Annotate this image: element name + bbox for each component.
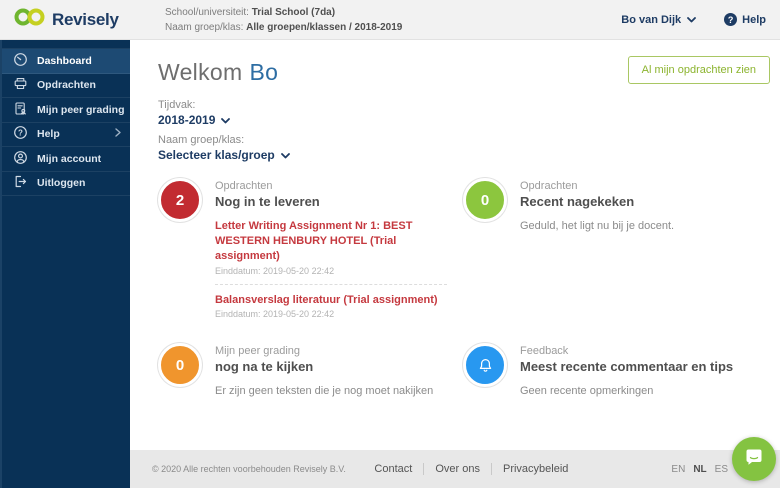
card-note: Er zijn geen teksten die je nog moet nak…: [215, 385, 433, 397]
main-content: Welkom Bo Al mijn opdrachten zien Tijdva…: [130, 40, 780, 450]
footer: © 2020 Alle rechten voorbehouden Revisel…: [130, 450, 780, 488]
card-label: Feedback: [520, 345, 733, 357]
revisely-dashboard: Revisely School/universiteit: Trial Scho…: [0, 0, 780, 488]
sidebar-menu: Dashboard Opdrachten: [2, 48, 130, 196]
top-header: Revisely School/universiteit: Trial Scho…: [0, 0, 780, 40]
card-label: Mijn peer grading: [215, 345, 433, 357]
card-recently-graded: 0 Opdrachten Recent nagekeken Geduld, he…: [463, 178, 770, 319]
chevron-down-icon: [221, 113, 230, 127]
sidebar-item-label: Mijn peer grading: [37, 104, 125, 116]
bell-icon: [463, 343, 507, 387]
sidebar-item-dashboard[interactable]: Dashboard: [2, 49, 130, 74]
footer-link-privacy[interactable]: Privacybeleid: [491, 463, 579, 475]
card-note: Geduld, het ligt nu bij je docent.: [520, 220, 674, 232]
lang-nl[interactable]: NL: [693, 464, 706, 475]
card-title: nog na te kijken: [215, 359, 433, 374]
lang-es[interactable]: ES: [715, 464, 728, 475]
card-note: Geen recente opmerkingen: [520, 385, 733, 397]
count-badge: 0: [463, 178, 507, 222]
account-icon: [13, 150, 28, 168]
assignment-link[interactable]: Balansverslag literatuur (Trial assignme…: [215, 293, 447, 308]
assignment-due-date: Einddatum: 2019-05-20 22:42: [215, 266, 447, 276]
filters: Tijdvak: 2018-2019 Naam groep/klas: Sele…: [158, 99, 770, 162]
assignment-due-date: Einddatum: 2019-05-20 22:42: [215, 309, 447, 319]
help-label: Help: [742, 14, 766, 26]
school-context-info: School/universiteit: Trial School (7da) …: [165, 5, 402, 35]
logout-icon: [13, 174, 28, 192]
card-peer-grading: 0 Mijn peer grading nog na te kijken Er …: [158, 343, 463, 397]
divider: [215, 284, 447, 285]
sidebar-item-logout[interactable]: Uitloggen: [2, 172, 130, 197]
card-title: Meest recente commentaar en tips: [520, 359, 733, 374]
sidebar-item-label: Opdrachten: [37, 79, 96, 91]
sidebar-item-account[interactable]: Mijn account: [2, 147, 130, 172]
assignment-link[interactable]: Letter Writing Assignment Nr 1: BEST WES…: [215, 219, 447, 264]
all-assignments-button[interactable]: Al mijn opdrachten zien: [628, 56, 770, 84]
sidebar-item-help[interactable]: ? Help: [2, 123, 130, 148]
topbar-right: Bo van Dijk ? Help: [621, 13, 766, 26]
sidebar-item-opdrachten[interactable]: Opdrachten: [2, 74, 130, 99]
dashboard-icon: [13, 52, 28, 70]
count-badge: 0: [158, 343, 202, 387]
list-item: Balansverslag literatuur (Trial assignme…: [215, 293, 447, 320]
footer-link-contact[interactable]: Contact: [363, 463, 423, 475]
copyright-text: © 2020 Alle rechten voorbehouden Revisel…: [152, 464, 346, 474]
sidebar-item-label: Help: [37, 128, 60, 140]
peer-grading-icon: [13, 101, 28, 119]
help-icon: ?: [13, 125, 28, 143]
sidebar: Dashboard Opdrachten: [0, 40, 130, 488]
user-menu[interactable]: Bo van Dijk: [621, 14, 696, 26]
school-label: School/universiteit:: [165, 7, 249, 18]
welcome-prefix: Welkom: [158, 59, 242, 86]
card-to-submit: 2 Opdrachten Nog in te leveren Letter Wr…: [158, 178, 463, 319]
group-select-dropdown[interactable]: Selecteer klas/groep: [158, 148, 770, 162]
tijdvak-dropdown[interactable]: 2018-2019: [158, 113, 770, 127]
footer-links: Contact Over ons Privacybeleid: [363, 463, 579, 475]
group-label: Naam groep/klas:: [165, 22, 243, 33]
group-select-label: Naam groep/klas:: [158, 134, 770, 146]
list-item: Letter Writing Assignment Nr 1: BEST WES…: [215, 219, 447, 276]
sidebar-item-label: Dashboard: [37, 55, 92, 67]
sidebar-item-peer-grading[interactable]: Mijn peer grading: [2, 98, 130, 123]
group-select-value: Selecteer klas/groep: [158, 148, 275, 162]
card-label: Opdrachten: [215, 180, 447, 192]
school-value: Trial School (7da): [252, 7, 335, 18]
question-icon: ?: [724, 13, 737, 26]
chat-widget-button[interactable]: [732, 437, 776, 481]
help-button[interactable]: ? Help: [724, 13, 766, 26]
chevron-down-icon: [687, 14, 696, 26]
assignments-icon: [13, 76, 28, 94]
user-name: Bo van Dijk: [621, 14, 681, 26]
page-title: Welkom Bo: [158, 59, 278, 86]
infinity-logo-icon: [13, 7, 47, 32]
assignment-list: Letter Writing Assignment Nr 1: BEST WES…: [215, 219, 447, 319]
sidebar-item-label: Mijn account: [37, 153, 101, 165]
card-label: Opdrachten: [520, 180, 674, 192]
tijdvak-label: Tijdvak:: [158, 99, 770, 111]
sidebar-item-label: Uitloggen: [37, 177, 85, 189]
chevron-down-icon: [281, 148, 290, 162]
card-title: Nog in te leveren: [215, 194, 447, 209]
tijdvak-value: 2018-2019: [158, 113, 215, 127]
lang-en[interactable]: EN: [671, 464, 685, 475]
chevron-right-icon: [115, 128, 121, 140]
group-value: Alle groepen/klassen / 2018-2019: [246, 22, 402, 33]
welcome-name: Bo: [249, 59, 278, 86]
card-feedback: Feedback Meest recente commentaar en tip…: [463, 343, 770, 397]
card-title: Recent nagekeken: [520, 194, 674, 209]
svg-text:?: ?: [18, 129, 23, 138]
footer-link-about[interactable]: Over ons: [423, 463, 491, 475]
revisely-logo[interactable]: Revisely: [13, 7, 153, 32]
dashboard-cards: 2 Opdrachten Nog in te leveren Letter Wr…: [158, 178, 770, 397]
language-switcher: EN NL ES: [671, 464, 728, 475]
logo-text: Revisely: [52, 10, 119, 30]
count-badge: 2: [158, 178, 202, 222]
chat-bubble-icon: [743, 446, 765, 473]
